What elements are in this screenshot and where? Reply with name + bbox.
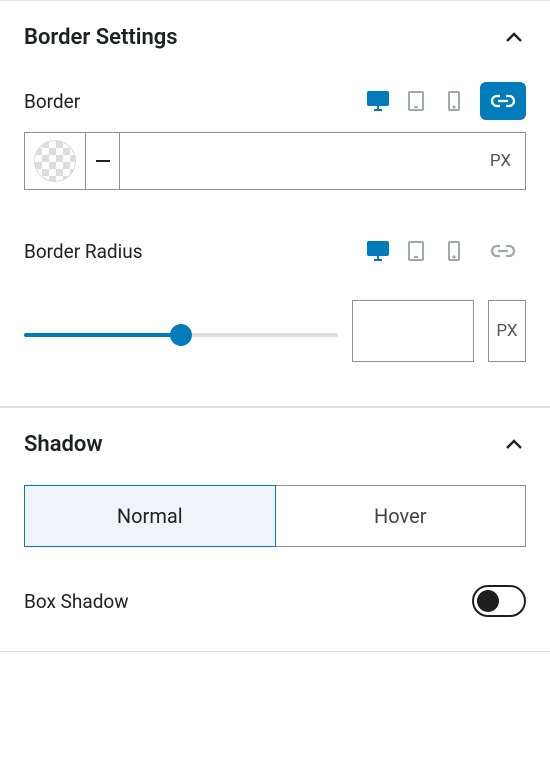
border-radius-slider[interactable] [24,333,338,337]
chevron-up-icon [502,433,526,457]
chevron-up-icon [502,26,526,50]
desktop-icon[interactable] [366,89,390,113]
shadow-state-tabs: Normal Hover [24,485,526,547]
border-input-group: PX [24,132,526,190]
tab-hover[interactable]: Hover [276,485,527,547]
border-radius-input[interactable] [352,300,474,362]
tablet-icon[interactable] [404,89,428,113]
tab-normal[interactable]: Normal [24,485,276,547]
border-radius-unit[interactable]: PX [488,300,526,362]
border-style-selector[interactable] [86,132,120,190]
border-settings-header[interactable]: Border Settings [24,1,526,68]
box-shadow-label: Box Shadow [24,590,129,613]
border-radius-label: Border Radius [24,240,143,263]
tablet-icon[interactable] [404,239,428,263]
mobile-icon[interactable] [442,239,466,263]
toggle-knob [477,590,499,612]
mobile-icon[interactable] [442,89,466,113]
transparent-swatch [34,140,76,182]
border-color-picker[interactable] [24,132,86,190]
desktop-icon[interactable] [366,239,390,263]
link-values-button[interactable] [480,232,526,270]
shadow-header[interactable]: Shadow [24,408,526,475]
border-unit-label: PX [490,151,511,171]
border-label: Border [24,90,80,113]
box-shadow-toggle[interactable] [472,585,526,617]
border-settings-title: Border Settings [24,25,178,50]
shadow-title: Shadow [24,432,103,457]
link-values-button[interactable] [480,82,526,120]
border-width-input[interactable]: PX [120,132,526,190]
